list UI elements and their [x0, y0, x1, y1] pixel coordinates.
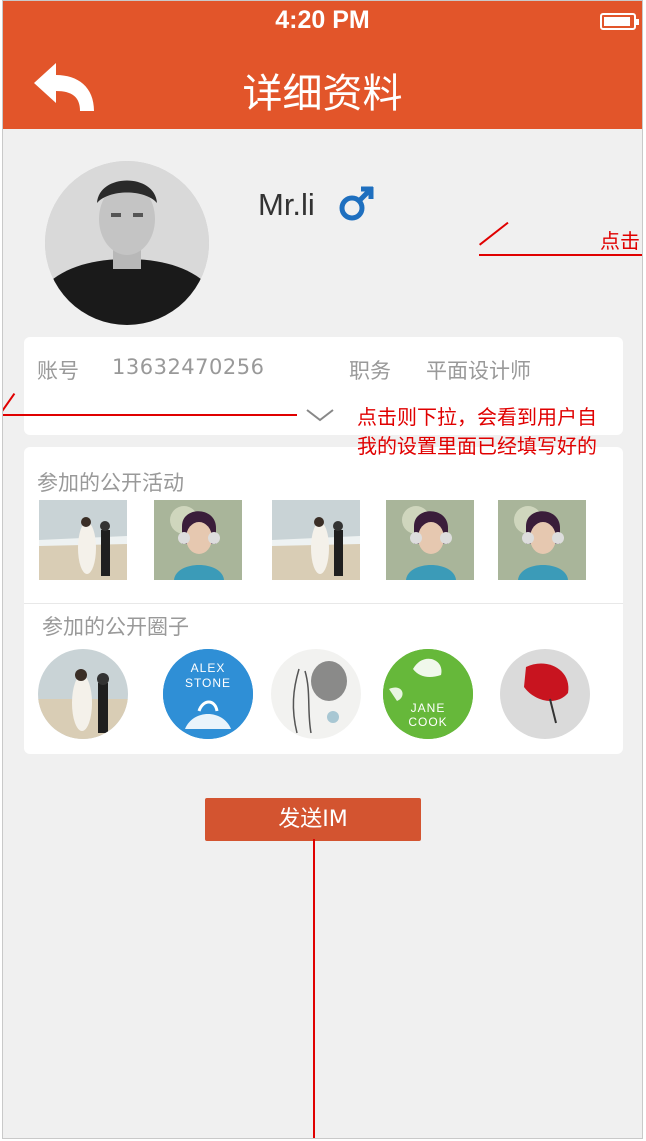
activity-thumb[interactable]	[272, 500, 360, 580]
activity-thumb[interactable]	[498, 500, 586, 580]
chevron-down-icon[interactable]	[303, 406, 337, 424]
annotation-text: 我的设置里面已经填写好的	[357, 434, 597, 458]
circle-text-line1: JANE	[410, 701, 446, 715]
circle-text-line2: COOK	[408, 715, 448, 729]
groups-card: 参加的公开活动 参加的公开圈子 ALEX STONE JANE COOK	[24, 447, 623, 754]
position-value: 平面设计师	[426, 359, 531, 383]
nav-bar: 详细资料	[3, 45, 642, 129]
circle-item[interactable]: JANE COOK	[383, 649, 473, 739]
annotation-line	[479, 221, 509, 246]
annotation-line	[479, 254, 642, 256]
circle-item[interactable]: ALEX STONE	[163, 649, 253, 739]
user-name: Mr.li	[258, 187, 315, 222]
account-label: 账号	[37, 359, 79, 383]
status-time: 4:20 PM	[275, 6, 370, 34]
activity-thumb[interactable]	[386, 500, 474, 580]
circle-item[interactable]	[38, 649, 128, 739]
circles-title: 参加的公开圈子	[42, 615, 189, 639]
phone-screen: 4:20 PM 详细资料 Mr.li 账号 13632470256 职务 平面设…	[2, 0, 643, 1139]
activity-thumb[interactable]	[39, 500, 127, 580]
account-value: 13632470256	[112, 355, 265, 379]
circle-item[interactable]	[500, 649, 590, 739]
circle-item[interactable]	[271, 649, 361, 739]
battery-fill	[604, 17, 630, 26]
annotation-line	[3, 392, 16, 413]
male-symbol-icon	[339, 186, 374, 221]
annotation-text: 点击	[600, 229, 640, 253]
send-im-button[interactable]: 发送IM	[205, 798, 421, 841]
annotation-line	[313, 839, 315, 1138]
avatar[interactable]	[45, 161, 209, 325]
section-divider	[24, 603, 623, 604]
activities-title: 参加的公开活动	[37, 471, 184, 495]
status-bar: 4:20 PM	[3, 1, 642, 45]
activity-thumb[interactable]	[154, 500, 242, 580]
page-title: 详细资料	[242, 71, 403, 117]
annotation-text: 点击则下拉，会看到用户自	[357, 405, 597, 429]
annotation-line	[3, 414, 297, 416]
circle-text-line2: STONE	[184, 676, 232, 690]
circle-text-line1: ALEX	[190, 661, 226, 675]
battery-full-icon	[600, 13, 639, 30]
position-label: 职务	[349, 359, 391, 383]
